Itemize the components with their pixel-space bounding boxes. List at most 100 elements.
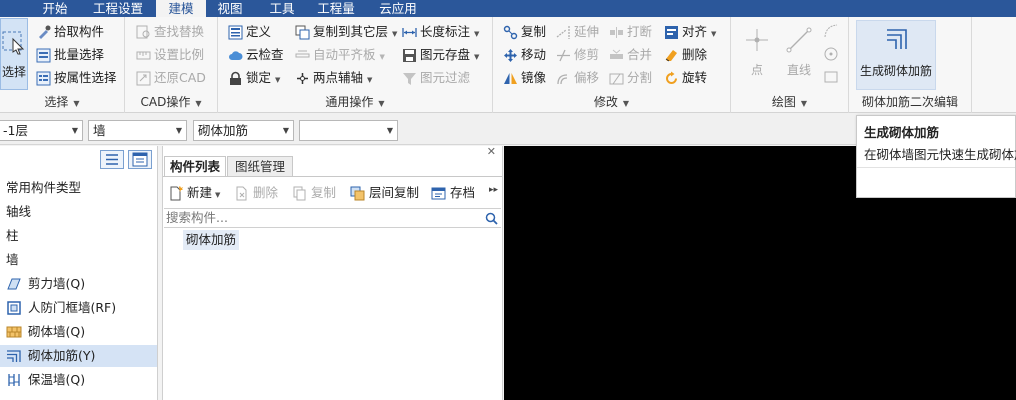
cloud-check-icon bbox=[229, 51, 243, 60]
tooltip: 生成砌体加筋 在砌体墙图元快速生成砌体加 bbox=[856, 115, 1016, 198]
menu-tab-view[interactable]: 视图 bbox=[210, 0, 250, 17]
copy-icon bbox=[503, 25, 518, 40]
tree-item-insulation-wall[interactable]: 保温墙(Q) bbox=[0, 369, 157, 391]
draw-point-button[interactable]: 点 bbox=[741, 23, 773, 79]
menu-tab-project-settings[interactable]: 工程设置 bbox=[86, 0, 150, 17]
chevron-down-icon: ▼ bbox=[386, 126, 393, 135]
floor-copy-icon bbox=[350, 186, 365, 201]
rotate-label: 旋转 bbox=[682, 70, 708, 85]
tree-item-label: 砌体加筋(Y) bbox=[28, 348, 96, 363]
close-icon[interactable]: ✕ bbox=[487, 145, 496, 158]
eyedropper-icon bbox=[39, 25, 51, 39]
circle-icon[interactable] bbox=[823, 46, 839, 62]
group-label-select[interactable]: 选择 ▼ bbox=[0, 94, 124, 111]
tree-item-axis[interactable]: 轴线 bbox=[0, 201, 157, 223]
rectangle-icon[interactable] bbox=[823, 69, 839, 85]
menu-tab-modeling[interactable]: 建模 bbox=[156, 0, 206, 17]
list-item[interactable]: 砌体加筋 bbox=[183, 230, 240, 250]
group-label-modify[interactable]: 修改 ▼ bbox=[493, 94, 730, 111]
two-point-axis-icon bbox=[297, 73, 308, 84]
more-chevron-icon[interactable]: ▸▸ bbox=[489, 185, 498, 195]
insulation-wall-icon bbox=[8, 374, 20, 386]
align-slab-icon bbox=[295, 50, 310, 58]
tree-view-icon bbox=[132, 152, 148, 167]
filter-icon bbox=[403, 73, 416, 85]
eraser-icon bbox=[665, 50, 677, 62]
tree-item-wall[interactable]: 墙 bbox=[0, 249, 157, 271]
tree-item-shear-wall[interactable]: 剪力墙(Q) bbox=[0, 273, 157, 295]
draw-line-label: 直线 bbox=[786, 63, 811, 77]
offset-icon bbox=[557, 74, 568, 85]
scale-icon bbox=[136, 51, 151, 60]
cloud-check-label: 云检查 bbox=[246, 47, 284, 62]
list-view-button[interactable] bbox=[100, 150, 124, 169]
ribbon: 选择 拾取构件 批量选择 按属性选择 选择▼ 查找替换 设置比例 还原CAD bbox=[0, 17, 1016, 113]
extend-label: 延伸 bbox=[574, 24, 600, 39]
arc-icon[interactable] bbox=[823, 23, 839, 39]
batch-select-icon bbox=[36, 48, 51, 63]
tree-item-masonry-wall[interactable]: 砌体墙(Q) bbox=[0, 321, 157, 343]
move-label: 移动 bbox=[521, 47, 547, 62]
find-replace-icon bbox=[136, 25, 150, 39]
type-dropdown[interactable]: 砌体加筋 ▼ bbox=[193, 120, 294, 141]
tree-item-civil-defense-wall[interactable]: 人防门框墙(RF) bbox=[0, 297, 157, 319]
new-document-icon bbox=[170, 186, 183, 201]
draw-line-button[interactable]: 直线 bbox=[783, 23, 815, 79]
select-button-label: 选择 bbox=[1, 65, 26, 79]
lock-icon bbox=[230, 71, 241, 85]
search-input[interactable]: 搜索构件... bbox=[164, 208, 501, 228]
component-type-tree-panel: 常用构件类型 轴线 柱 墙 剪力墙(Q) 人防门框墙(RF) 砌体墙(Q) 砌体… bbox=[0, 146, 158, 400]
delete-component-label: 删除 bbox=[253, 185, 279, 200]
menu-tab-tools[interactable]: 工具 bbox=[262, 0, 302, 17]
move-icon bbox=[504, 49, 517, 62]
copy-document-icon bbox=[293, 186, 306, 201]
menu-tab-cloud[interactable]: 云应用 bbox=[372, 0, 424, 17]
menu-tab-quantities[interactable]: 工程量 bbox=[310, 0, 362, 17]
component-dropdown[interactable]: ▼ bbox=[299, 120, 398, 141]
copy-component-label: 复制 bbox=[311, 185, 337, 200]
tree-item-label: 常用构件类型 bbox=[6, 180, 82, 195]
generate-masonry-rebar-button[interactable]: 生成砌体加筋 bbox=[856, 20, 936, 90]
tree-item-column[interactable]: 柱 bbox=[0, 225, 157, 247]
tab-drawing-management[interactable]: 图纸管理 bbox=[227, 156, 293, 176]
select-button[interactable]: 选择 bbox=[0, 18, 28, 90]
tab-divider bbox=[163, 176, 502, 177]
ribbon-group-select: 选择 拾取构件 批量选择 按属性选择 选择 ▼ bbox=[0, 17, 125, 113]
mirror-icon bbox=[504, 73, 517, 84]
category-dropdown[interactable]: 墙 ▼ bbox=[88, 120, 187, 141]
ribbon-group-draw: 点 直线 绘图 ▼ bbox=[731, 17, 849, 113]
define-label: 定义 bbox=[246, 24, 272, 39]
menu-tab-start[interactable]: 开始 bbox=[30, 0, 80, 17]
group-label-draw[interactable]: 绘图 ▼ bbox=[731, 94, 848, 111]
tree-view-button[interactable] bbox=[128, 150, 152, 169]
align-icon bbox=[665, 26, 678, 39]
extend-icon bbox=[556, 26, 570, 39]
copy-floor-icon bbox=[295, 25, 310, 40]
list-view-icon bbox=[106, 154, 118, 165]
group-label-masonry-rebar: 砌体加筋二次编辑 bbox=[861, 95, 958, 109]
group-label-cad[interactable]: CAD操作 ▼ bbox=[125, 94, 217, 111]
search-placeholder: 搜索构件... bbox=[166, 210, 228, 225]
masonry-rebar-icon bbox=[887, 29, 907, 49]
tooltip-title: 生成砌体加筋 bbox=[864, 125, 940, 140]
split-icon bbox=[609, 73, 624, 85]
restore-cad-label: 还原CAD bbox=[154, 70, 206, 85]
search-icon[interactable] bbox=[485, 212, 498, 225]
delete-label: 删除 bbox=[682, 47, 708, 62]
civil-defense-wall-icon bbox=[7, 301, 21, 315]
tab-component-list[interactable]: 构件列表 bbox=[164, 156, 226, 176]
floor-dropdown-value: -1层 bbox=[3, 123, 28, 138]
point-icon bbox=[746, 29, 768, 51]
group-label-select-text: 选择 bbox=[44, 95, 69, 109]
floor-dropdown[interactable]: -1层 ▼ bbox=[0, 120, 83, 141]
copy-label: 复制 bbox=[521, 24, 547, 39]
break-label: 打断 bbox=[627, 24, 653, 39]
tree-item-common-types[interactable]: 常用构件类型 bbox=[0, 177, 157, 199]
menu-bar: 开始 工程设置 建模 视图 工具 工程量 云应用 bbox=[0, 0, 1016, 17]
group-label-common[interactable]: 通用操作 ▼ bbox=[218, 94, 492, 111]
tree-item-label: 轴线 bbox=[6, 204, 32, 219]
tree-item-masonry-rebar[interactable]: 砌体加筋(Y) bbox=[0, 345, 157, 367]
shear-wall-icon bbox=[7, 278, 21, 290]
group-label-modify-text: 修改 bbox=[593, 95, 618, 109]
component-list-panel: ✕ 构件列表 图纸管理 新建 ▼ 删除 复制 层间复制 存档 ▸▸ 搜索构件...… bbox=[162, 145, 503, 400]
